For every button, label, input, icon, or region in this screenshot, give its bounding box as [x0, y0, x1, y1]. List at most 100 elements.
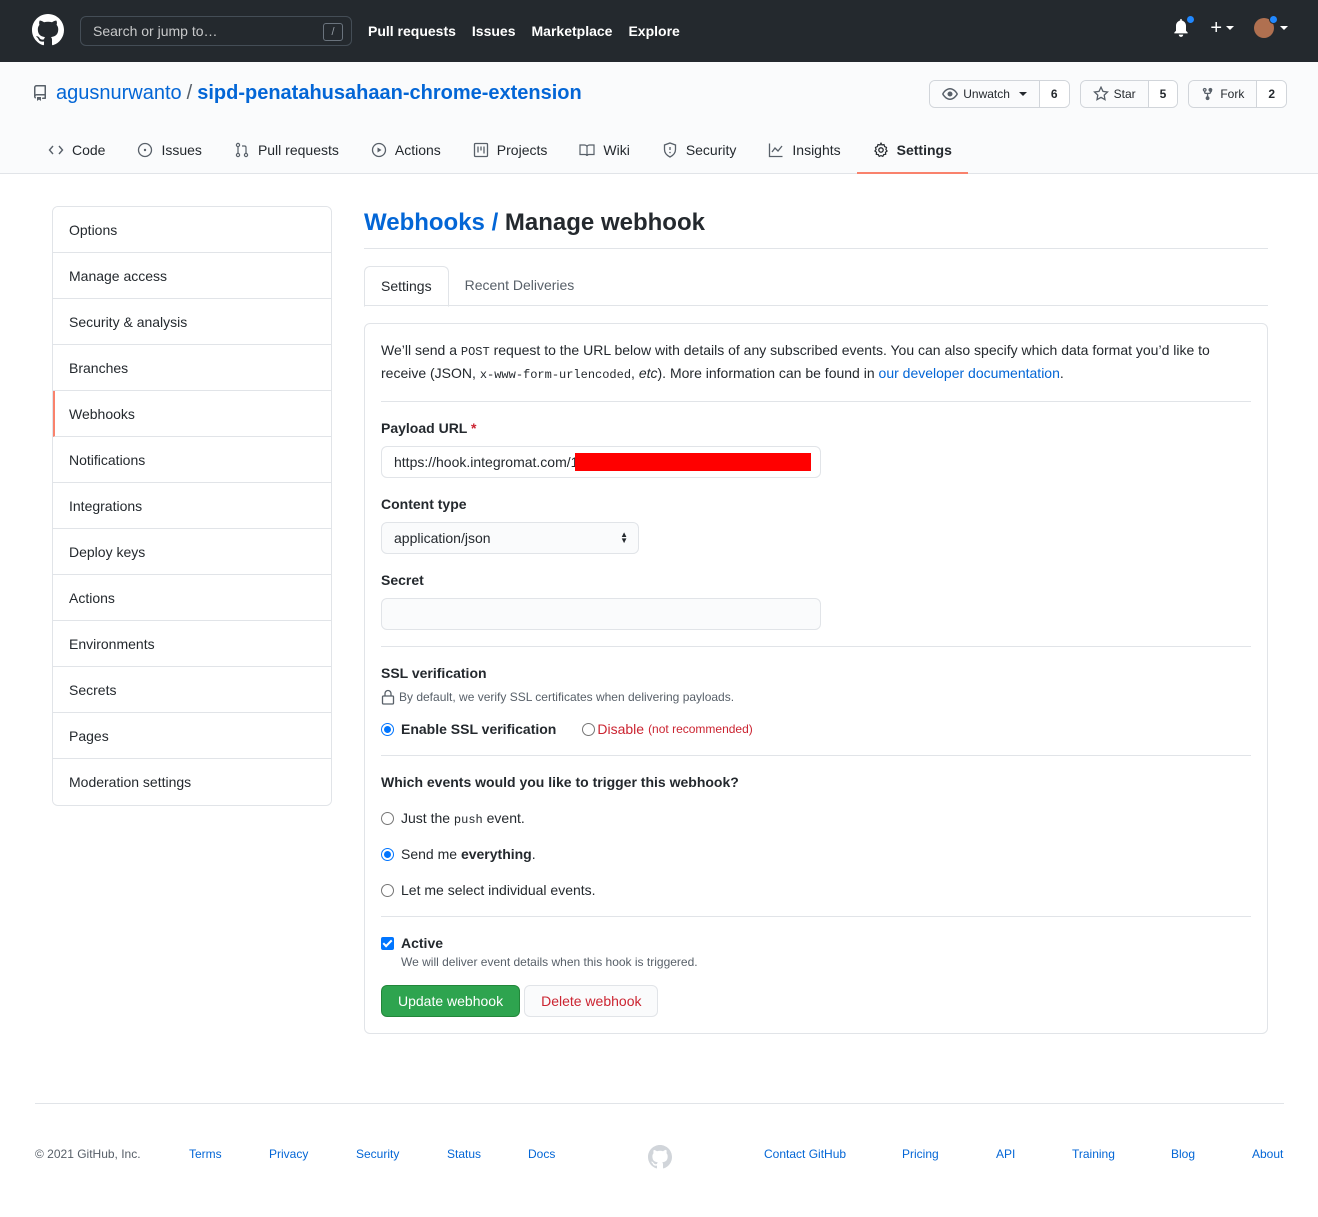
tab-security[interactable]: Security: [646, 128, 753, 174]
event-push-label: Just the push event.: [401, 810, 525, 827]
sidebar-item-pages[interactable]: Pages: [53, 713, 331, 759]
ssl-note: By default, we verify SSL certificates w…: [381, 689, 1251, 705]
sidebar-item-notifications[interactable]: Notifications: [53, 437, 331, 483]
nav-marketplace[interactable]: Marketplace: [532, 22, 613, 40]
ssl-disable-radio[interactable]: [582, 722, 596, 736]
tab-webhook-settings[interactable]: Settings: [364, 266, 449, 307]
event-option-everything[interactable]: Send me everything.: [381, 844, 1251, 864]
tab-actions[interactable]: Actions: [355, 128, 457, 174]
events-label: Which events would you like to trigger t…: [381, 774, 739, 790]
footer-link-blog[interactable]: Blog: [1171, 1147, 1195, 1161]
developer-docs-link[interactable]: our developer documentation: [879, 365, 1060, 381]
tab-wiki[interactable]: Wiki: [563, 128, 645, 174]
watch-button-group: Unwatch 6: [929, 80, 1070, 108]
repo-name-link[interactable]: sipd-penatahusahaan-chrome-extension: [197, 82, 582, 104]
tab-pull-requests[interactable]: Pull requests: [218, 128, 355, 174]
intro-code-post: POST: [460, 345, 490, 359]
issue-icon: [138, 142, 153, 158]
notifications-bell-icon[interactable]: [1172, 15, 1196, 38]
footer-link-status[interactable]: Status: [447, 1147, 481, 1161]
search-placeholder: Search or jump to…: [93, 23, 218, 39]
redaction-bar: [575, 453, 811, 471]
sidebar-item-environments[interactable]: Environments: [53, 621, 331, 667]
nav-pull-requests[interactable]: Pull requests: [368, 22, 456, 40]
footer-link-training[interactable]: Training: [1072, 1147, 1115, 1161]
ssl-note-text: By default, we verify SSL certificates w…: [399, 690, 735, 704]
create-new-dropdown[interactable]: +: [1210, 18, 1234, 38]
sidebar-item-deploy-keys[interactable]: Deploy keys: [53, 529, 331, 575]
fork-count[interactable]: 2: [1257, 81, 1286, 107]
sidebar-item-branches[interactable]: Branches: [53, 345, 331, 391]
ssl-enable-radio[interactable]: [381, 722, 394, 736]
project-icon: [473, 142, 488, 158]
fork-button-group: Fork 2: [1188, 80, 1287, 108]
event-everything-radio[interactable]: [381, 847, 394, 861]
secret-input[interactable]: [381, 598, 821, 630]
breadcrumb-webhooks[interactable]: Webhooks /: [364, 209, 498, 236]
github-logo-icon[interactable]: [32, 14, 64, 46]
event-push-text-a: Just the: [401, 809, 454, 826]
intro-text-4: ). More information can be found in: [657, 365, 879, 381]
fork-button[interactable]: Fork: [1189, 81, 1258, 107]
nav-explore[interactable]: Explore: [628, 22, 679, 40]
github-mark-icon[interactable]: [648, 1145, 672, 1169]
gear-icon: [873, 142, 888, 158]
ssl-enable-label[interactable]: Enable SSL verification: [401, 721, 556, 737]
intro-text-3: ,: [631, 365, 639, 381]
eye-icon: [942, 88, 959, 100]
footer-link-terms[interactable]: Terms: [189, 1147, 222, 1161]
divider: [381, 755, 1251, 756]
sidebar-item-secrets[interactable]: Secrets: [53, 667, 331, 713]
user-menu[interactable]: [1254, 15, 1288, 38]
event-everything-label: Send me everything.: [401, 846, 536, 862]
search-input[interactable]: Search or jump to… /: [80, 16, 352, 46]
graph-icon: [769, 143, 783, 158]
unwatch-button[interactable]: Unwatch: [930, 81, 1040, 107]
event-option-select[interactable]: Let me select individual events.: [381, 880, 1251, 900]
payload-url-value: https://hook.integromat.com/1: [394, 454, 579, 470]
content-type-select[interactable]: application/json ▲ ▼: [381, 522, 639, 554]
unread-indicator: [1186, 15, 1196, 24]
update-webhook-button[interactable]: Update webhook: [381, 985, 521, 1017]
tab-projects-label: Projects: [496, 142, 548, 158]
footer-link-about[interactable]: About: [1252, 1147, 1283, 1161]
footer-link-pricing[interactable]: Pricing: [902, 1147, 939, 1161]
footer-link-privacy[interactable]: Privacy: [269, 1147, 308, 1161]
tab-recent-deliveries[interactable]: Recent Deliveries: [449, 266, 591, 305]
ssl-not-recommended: (not recommended): [648, 722, 753, 736]
star-button[interactable]: Star: [1080, 81, 1149, 107]
ssl-disable-label[interactable]: Disable: [597, 721, 644, 737]
tab-projects[interactable]: Projects: [457, 128, 564, 174]
tab-settings[interactable]: Settings: [856, 128, 968, 174]
footer-link-api[interactable]: API: [996, 1147, 1015, 1161]
book-icon: [579, 144, 595, 157]
sidebar-item-integrations[interactable]: Integrations: [53, 483, 331, 529]
delete-webhook-button[interactable]: Delete webhook: [524, 985, 659, 1017]
sidebar-item-actions[interactable]: Actions: [53, 575, 331, 621]
tab-insights[interactable]: Insights: [752, 128, 856, 174]
sidebar-item-manage-access[interactable]: Manage access: [53, 253, 331, 299]
global-nav: Pull requests Issues Marketplace Explore: [368, 22, 680, 40]
event-all-text-b: everything: [460, 846, 532, 862]
caret-down-icon: [1280, 26, 1288, 30]
tab-security-label: Security: [685, 142, 737, 158]
event-select-radio[interactable]: [381, 883, 394, 897]
active-option[interactable]: Active: [381, 933, 1251, 953]
star-count[interactable]: 5: [1148, 81, 1178, 107]
sidebar-item-security-analysis[interactable]: Security & analysis: [53, 299, 331, 345]
footer-link-docs[interactable]: Docs: [528, 1147, 555, 1161]
sidebar-item-options[interactable]: Options: [53, 207, 331, 253]
event-option-push[interactable]: Just the push event.: [381, 808, 1251, 828]
nav-issues[interactable]: Issues: [472, 22, 516, 40]
payload-url-input[interactable]: https://hook.integromat.com/1: [381, 446, 821, 478]
footer-link-contact[interactable]: Contact GitHub: [764, 1147, 846, 1161]
repo-owner-link[interactable]: agusnurwanto: [56, 82, 182, 104]
sidebar-item-webhooks[interactable]: Webhooks: [53, 391, 331, 437]
footer-link-security[interactable]: Security: [356, 1147, 399, 1161]
event-push-radio[interactable]: [381, 811, 394, 825]
tab-issues[interactable]: Issues: [121, 128, 217, 174]
active-checkbox[interactable]: [381, 936, 394, 950]
watch-count[interactable]: 6: [1039, 81, 1069, 107]
sidebar-item-moderation-settings[interactable]: Moderation settings: [53, 759, 331, 805]
tab-code[interactable]: Code: [32, 128, 121, 174]
